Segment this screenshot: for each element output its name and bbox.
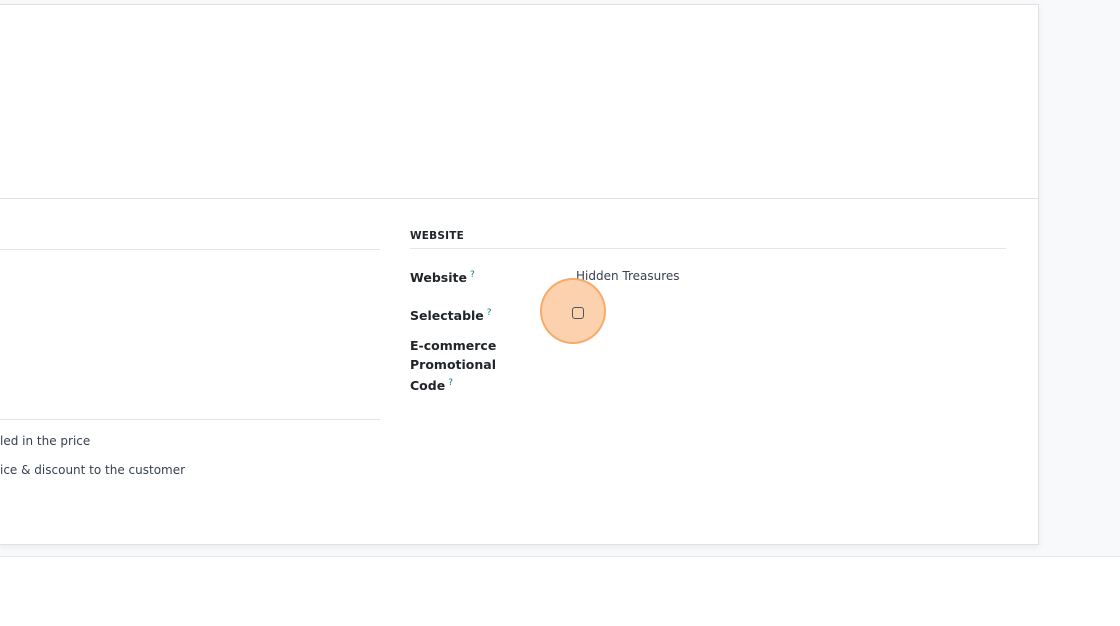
page: led in the price ice & discount to the c… (0, 0, 1120, 626)
website-field[interactable]: Hidden Treasures (576, 269, 680, 283)
website-label-text: Website (410, 270, 467, 286)
option-show-discount-label: ice & discount to the customer (0, 463, 186, 477)
selectable-label-text: Selectable (410, 308, 484, 324)
left-group-bottom-rule (0, 419, 380, 420)
website-help-icon[interactable]: ? (470, 270, 475, 280)
selectable-checkbox[interactable] (572, 307, 584, 319)
left-group-rule (0, 249, 380, 250)
ecommerce-code-label-line1: E-commerce Promotional (410, 338, 497, 372)
selectable-help-icon[interactable]: ? (487, 308, 492, 318)
option-included-in-price-label: led in the price (0, 434, 91, 448)
ecommerce-code-label-line2: Code (410, 378, 446, 394)
website-label: Website? (410, 266, 475, 287)
website-group-rule (410, 248, 1006, 249)
website-group-title: WEBSITE (410, 230, 464, 242)
selectable-label: Selectable? (410, 304, 492, 325)
ecommerce-code-help-icon[interactable]: ? (448, 378, 453, 388)
section-divider (0, 198, 1038, 199)
ecommerce-code-label: E-commerce Promotional Code? (410, 336, 570, 395)
